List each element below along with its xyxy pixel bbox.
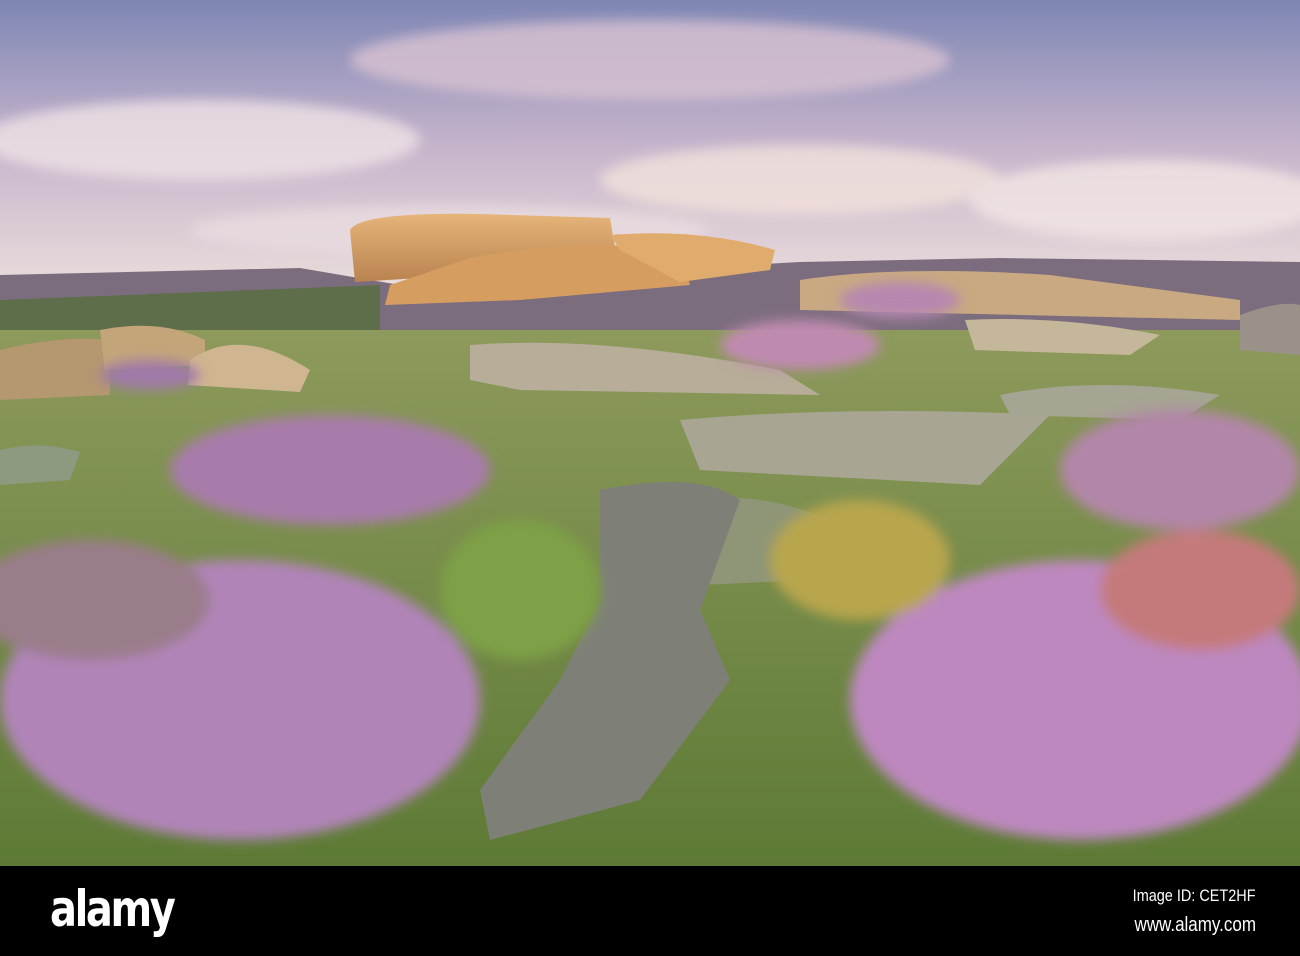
watermark-footer: alamy Image ID: CET2HF www.alamy.com (0, 866, 1300, 956)
landscape-photo (0, 0, 1300, 866)
image-id-label: Image ID: CET2HF (1133, 886, 1256, 905)
site-url: www.alamy.com (1134, 914, 1256, 936)
alamy-logo: alamy (50, 880, 176, 938)
